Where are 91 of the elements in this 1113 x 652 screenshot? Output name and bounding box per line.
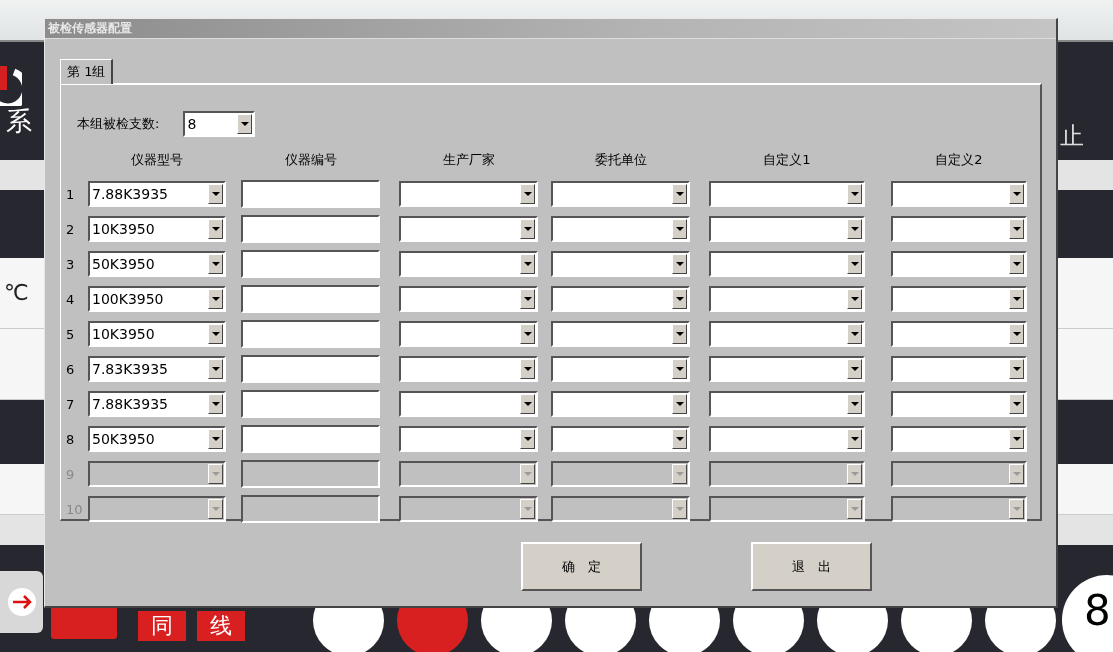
dropdown-field[interactable]: 10K3950 — [88, 216, 226, 242]
input-field[interactable] — [241, 495, 380, 523]
row-number: 6 — [65, 361, 76, 377]
dropdown-field[interactable] — [709, 181, 865, 207]
dropdown-field[interactable] — [399, 391, 538, 417]
arrow-right-icon — [6, 587, 37, 617]
row-number: 1 — [65, 186, 76, 202]
counter-circle: 8 — [1062, 575, 1113, 652]
dropdown-field[interactable] — [891, 286, 1027, 312]
window-title: 被检传感器配置 — [48, 20, 132, 37]
title-fragment: 止 — [1060, 121, 1084, 152]
count-label: 本组被检支数: — [77, 115, 160, 133]
dropdown-field[interactable] — [551, 181, 690, 207]
input-field[interactable] — [241, 425, 380, 453]
dropdown-field[interactable] — [709, 286, 865, 312]
dropdown-field[interactable] — [551, 426, 690, 452]
dropdown-field[interactable] — [551, 391, 690, 417]
input-field[interactable] — [241, 250, 380, 278]
dropdown-field[interactable] — [551, 286, 690, 312]
dropdown-field[interactable]: 10K3950 — [88, 321, 226, 347]
count-dropdown[interactable]: 8 — [183, 111, 256, 137]
column-header: 自定义2 — [934, 151, 984, 169]
column-header: 仪器型号 — [130, 151, 184, 169]
dropdown-field[interactable]: 7.83K3935 — [88, 356, 226, 382]
dropdown-field[interactable] — [399, 496, 538, 522]
mode-button[interactable]: 线 — [197, 611, 245, 641]
dropdown-field[interactable] — [891, 321, 1027, 347]
dropdown-field[interactable] — [709, 426, 865, 452]
row-number: 7 — [65, 396, 76, 412]
dropdown-field[interactable] — [399, 251, 538, 277]
row-number: 5 — [65, 326, 76, 342]
dropdown-field[interactable] — [891, 356, 1027, 382]
input-field[interactable] — [241, 390, 380, 418]
column-header: 自定义1 — [762, 151, 812, 169]
dropdown-field[interactable] — [891, 181, 1027, 207]
dropdown-field[interactable] — [551, 321, 690, 347]
title-fragment: 系 — [6, 105, 32, 138]
logo-icon — [0, 66, 22, 106]
mode-button[interactable]: 同 — [138, 611, 186, 641]
dialog-button[interactable]: 确 定 — [521, 542, 642, 591]
column-header: 生产厂家 — [441, 151, 496, 169]
dropdown-field[interactable] — [891, 216, 1027, 242]
dropdown-field[interactable] — [891, 391, 1027, 417]
row-number: 2 — [65, 221, 76, 237]
input-field[interactable] — [241, 215, 380, 243]
dropdown-field[interactable] — [399, 286, 538, 312]
dropdown-field[interactable] — [891, 496, 1027, 522]
dropdown-field[interactable] — [709, 391, 865, 417]
dropdown-field[interactable] — [88, 461, 226, 487]
dropdown-field[interactable] — [891, 251, 1027, 277]
column-header: 仪器编号 — [283, 151, 338, 169]
column-header: 委托单位 — [593, 151, 648, 169]
input-field[interactable] — [241, 320, 380, 348]
input-field[interactable] — [241, 180, 380, 208]
dropdown-field[interactable] — [551, 216, 690, 242]
dropdown-field[interactable] — [399, 321, 538, 347]
dropdown-field[interactable] — [88, 496, 226, 522]
dropdown-field[interactable] — [551, 461, 690, 487]
dialog-button[interactable]: 退 出 — [751, 542, 872, 591]
row-number: 9 — [65, 466, 76, 482]
dropdown-field[interactable] — [551, 356, 690, 382]
dropdown-field[interactable] — [709, 496, 865, 522]
dropdown-field[interactable]: 50K3950 — [88, 251, 226, 277]
tab[interactable]: 第 1组 — [60, 59, 114, 84]
row-number: 4 — [65, 291, 76, 307]
next-button[interactable] — [0, 571, 43, 633]
dropdown-field[interactable] — [891, 461, 1027, 487]
dropdown-field[interactable] — [709, 216, 865, 242]
dropdown-field[interactable] — [709, 461, 865, 487]
dropdown-field[interactable]: 7.88K3935 — [88, 181, 226, 207]
dropdown-field[interactable] — [399, 181, 538, 207]
input-field[interactable] — [241, 460, 380, 488]
row-number: 10 — [65, 501, 84, 517]
input-field[interactable] — [241, 355, 380, 383]
row-number: 8 — [65, 431, 76, 447]
dropdown-field[interactable]: 100K3950 — [88, 286, 226, 312]
dropdown-field[interactable]: 50K3950 — [88, 426, 226, 452]
dropdown-field[interactable]: 7.88K3935 — [88, 391, 226, 417]
dropdown-field[interactable] — [399, 426, 538, 452]
input-field[interactable] — [241, 285, 380, 313]
dropdown-field[interactable] — [709, 251, 865, 277]
dropdown-field[interactable] — [551, 251, 690, 277]
temperature-unit: ℃ — [4, 280, 29, 305]
dropdown-field[interactable] — [709, 321, 865, 347]
dropdown-field[interactable] — [399, 356, 538, 382]
dropdown-field[interactable] — [399, 461, 538, 487]
dropdown-field[interactable] — [399, 216, 538, 242]
row-number: 3 — [65, 256, 76, 272]
dropdown-field[interactable] — [551, 496, 690, 522]
dropdown-field[interactable] — [891, 426, 1027, 452]
dropdown-field[interactable] — [709, 356, 865, 382]
